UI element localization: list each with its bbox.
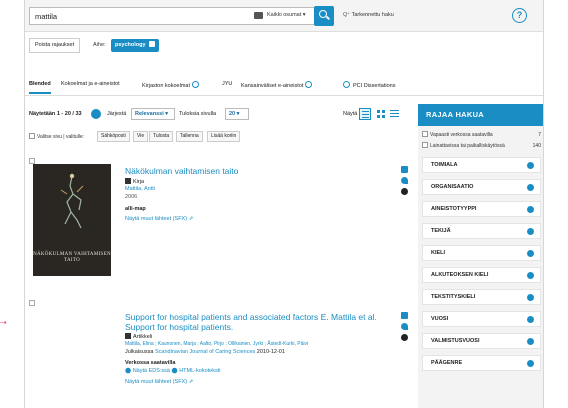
export-button[interactable]: Vie — [133, 131, 149, 142]
print-button[interactable]: Tulosta — [149, 131, 174, 142]
result-type: Kirja — [125, 178, 144, 186]
result-year: 2006 — [125, 194, 138, 200]
availability-status: Verkossa saatavilla — [125, 360, 176, 366]
tab-pci-dissertations[interactable]: PCI Dissertations — [343, 81, 396, 89]
tab-international[interactable]: Kansainväliset e-aineistot — [241, 81, 313, 89]
pin-icon[interactable] — [401, 177, 408, 184]
subject-filter-chip[interactable]: psychology — [111, 39, 159, 52]
facet-group[interactable]: TOIMIALA — [422, 157, 541, 173]
tab-library[interactable]: Kirjaston kokoelmat — [142, 81, 199, 89]
chevron-down-icon[interactable] — [527, 184, 534, 191]
info-icon — [192, 81, 199, 88]
sfx-link[interactable]: Näytä muut lähteet (SFX) ⇗ — [125, 379, 193, 386]
facet-group[interactable]: ORGANISAATIO — [422, 179, 541, 195]
chevron-down-icon[interactable] — [527, 162, 534, 169]
subject-label: Aihe: — [93, 42, 106, 48]
chevron-down-icon[interactable] — [527, 250, 534, 257]
help-icon[interactable]: ? — [512, 8, 527, 23]
result-type: Artikkeli — [125, 333, 152, 341]
arrow-right-icon[interactable] — [91, 109, 101, 119]
result-source: alli-map — [125, 206, 146, 212]
sfx-link[interactable]: Näytä muut lähteet (SFX) ⇗ — [125, 216, 193, 223]
result-author-link[interactable]: Mattila, Antti — [125, 186, 155, 193]
result-journal: Julkaisussa Scandinavian Journal of Cari… — [125, 349, 285, 355]
result-authors[interactable]: Mattila, Elina ; Kaunonen, Marja ; Aalto… — [125, 341, 308, 348]
list-view-icon[interactable] — [359, 108, 371, 120]
tab-blended[interactable]: Blended — [29, 81, 51, 94]
email-button[interactable]: Sähköposti — [97, 131, 130, 142]
compact-view-icon[interactable] — [389, 108, 401, 120]
document-icon[interactable] — [401, 312, 408, 319]
facet-group[interactable]: ALKUTEOKSEN KIELI — [422, 267, 541, 283]
info-icon — [305, 81, 313, 88]
quote-icon[interactable] — [401, 334, 408, 341]
facet-panel: RAJAA HAKUA Vapaasti verkossa saatavilla… — [418, 104, 543, 408]
facet-panel-title: RAJAA HAKUA — [418, 104, 543, 126]
tab-jyu[interactable]: JYU — [222, 81, 232, 87]
chevron-down-icon[interactable] — [527, 228, 534, 235]
grid-view-icon[interactable] — [375, 108, 387, 120]
facet-available-locally[interactable]: Lainattavissa tai paikalliskäytössä 140 — [418, 141, 543, 151]
result-title-link[interactable]: Näkökulman vaihtamisen taito — [125, 166, 383, 176]
article-icon — [125, 333, 131, 339]
facet-group[interactable]: VALMISTUSVUOSI — [422, 333, 541, 349]
save-button[interactable]: Tallenna — [176, 131, 203, 142]
facet-group[interactable]: PÄÄGENRE — [422, 355, 541, 371]
facet-group[interactable]: TEKSTITYSKIELI — [422, 289, 541, 305]
cover-illustration — [60, 173, 84, 229]
eds-link[interactable]: ⬤ Näytä EDS:ssä ⬤ HTML-kokoteksti — [125, 368, 220, 375]
scope-select[interactable]: Kaikki osumat ▾ — [267, 12, 306, 18]
facet-group[interactable]: AINEISTOTYYPPI — [422, 201, 541, 217]
chevron-down-icon[interactable] — [527, 294, 534, 301]
chevron-down-icon[interactable] — [527, 206, 534, 213]
results-toolbar: Näytetään 1 - 20 / 33 Järjestä Relevanss… — [25, 105, 399, 125]
view-label: Näytä — [343, 111, 358, 117]
facet-group[interactable]: KIELI — [422, 245, 541, 261]
close-icon[interactable] — [148, 41, 155, 47]
document-icon[interactable] — [401, 166, 408, 173]
info-icon — [343, 81, 350, 88]
result-tools — [401, 166, 411, 199]
chevron-down-icon[interactable] — [527, 316, 534, 323]
cover-title: NÄKÖKULMAN VAIHTAMISEN TAITO — [33, 252, 111, 263]
result-checkbox[interactable] — [29, 300, 35, 306]
pin-icon[interactable] — [401, 323, 408, 330]
add-to-cart-button[interactable]: Lisää koriin — [207, 131, 241, 142]
chevron-down-icon[interactable] — [527, 360, 534, 367]
result-item: NÄKÖKULMAN VAIHTAMISEN TAITO Näkökulman … — [25, 158, 408, 288]
facet-group[interactable]: VUOSI — [422, 311, 541, 327]
scope-icon — [254, 12, 263, 19]
book-cover[interactable]: NÄKÖKULMAN VAIHTAMISEN TAITO — [33, 164, 111, 276]
sort-select[interactable]: Relevanssi ▾ — [131, 108, 175, 120]
advanced-search-link[interactable]: Q⁺ Tarkennettu haku — [343, 12, 394, 18]
facet-open-access[interactable]: Vapaasti verkossa saatavilla 7 — [418, 130, 543, 140]
quote-icon[interactable] — [401, 188, 408, 195]
bulk-actions: Valitse sivu | valitulle: Sähköposti Vie… — [25, 130, 395, 144]
chevron-down-icon[interactable] — [527, 272, 534, 279]
result-item: Support for hospital patients and associ… — [25, 300, 408, 400]
active-filters: Poista rajaukset Aihe: psychology — [25, 35, 543, 57]
scope-tabs: Blended Kokoelmat ja e-aineistot Kirjast… — [25, 76, 543, 96]
tab-collections[interactable]: Kokoelmat ja e-aineistot — [61, 81, 120, 87]
arrow-marker: ⇢ — [0, 318, 7, 327]
facet-groups: TOIMIALA ORGANISAATIO AINEISTOTYYPPI TEKIJÄ… — [418, 157, 543, 371]
per-page-select[interactable]: 20 ▾ — [225, 108, 249, 120]
search-bar: Kaikki osumat ▾ Q⁺ Tarkennettu haku ? — [25, 0, 543, 32]
chevron-down-icon[interactable] — [527, 338, 534, 345]
facet-group[interactable]: TEKIJÄ — [422, 223, 541, 239]
result-tools — [401, 312, 411, 345]
sort-label: Järjestä — [107, 111, 127, 117]
app-frame: Kaikki osumat ▾ Q⁺ Tarkennettu haku ? Po… — [24, 0, 544, 408]
select-page-checkbox[interactable]: Valitse sivu | valitulle: — [29, 133, 84, 140]
clear-filters-button[interactable]: Poista rajaukset — [29, 38, 81, 53]
search-button[interactable] — [314, 6, 334, 26]
results-count: Näytetään 1 - 20 / 33 — [29, 111, 82, 117]
result-title-link[interactable]: Support for hospital patients and associ… — [125, 312, 385, 332]
book-icon — [125, 178, 131, 184]
per-page-label: Tuloksia sivulla — [179, 111, 217, 117]
